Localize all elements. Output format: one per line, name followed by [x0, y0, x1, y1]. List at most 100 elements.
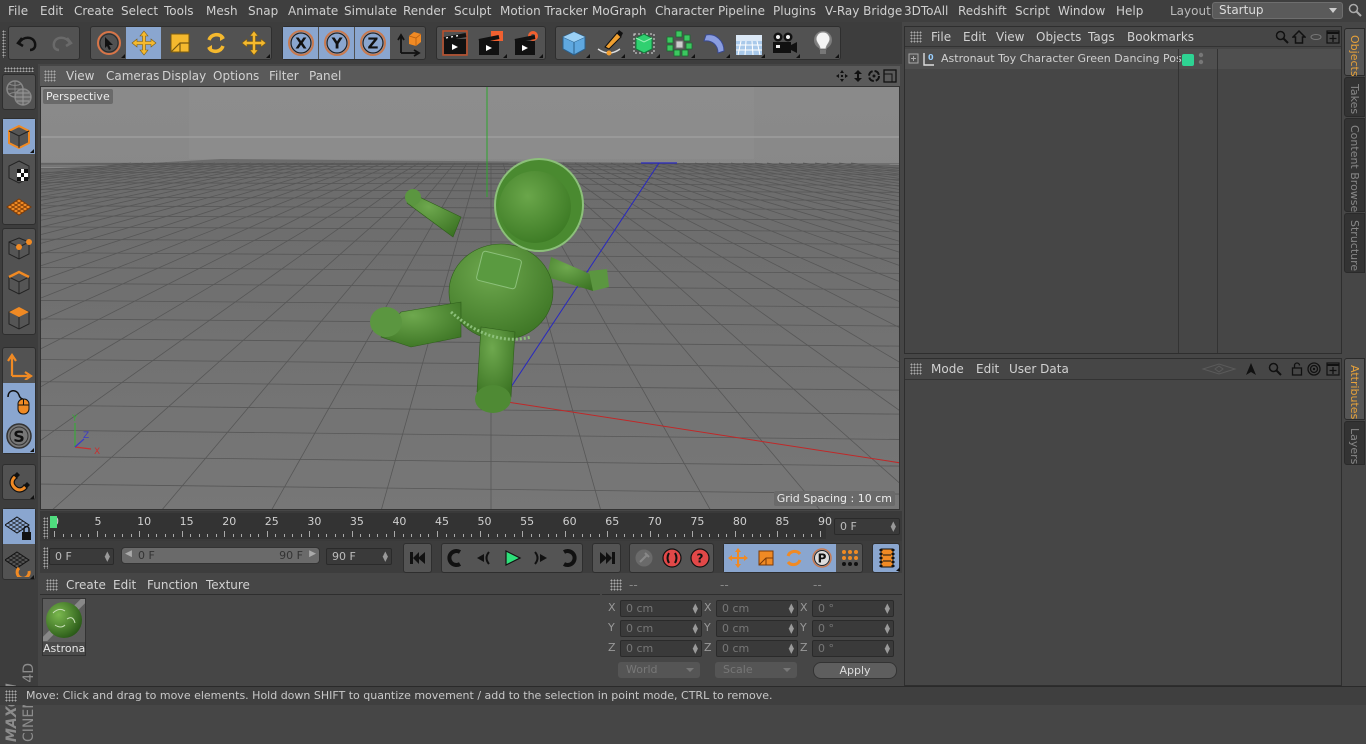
- attribute-manager-grip[interactable]: [910, 363, 922, 375]
- object-row[interactable]: 0 Astronaut Toy Character Green Dancing …: [905, 49, 1341, 69]
- target-icon[interactable]: [1307, 362, 1321, 376]
- 3d-viewport[interactable]: Y X Z Perspective Grid Spacing : 10 cm: [40, 86, 900, 510]
- menu-vray-bridge[interactable]: V-Ray Bridge: [825, 4, 902, 18]
- start-frame-field[interactable]: 0 F▲▼: [49, 548, 114, 565]
- new-panel-icon[interactable]: [1326, 362, 1340, 376]
- material-menu-create[interactable]: Create: [66, 578, 106, 592]
- key-scale-button[interactable]: [752, 544, 780, 572]
- layer-color-tag[interactable]: [1182, 54, 1194, 66]
- render-picture-viewer-button[interactable]: [473, 27, 508, 59]
- frame-range-slider[interactable]: ◀ 0 F 90 F ▶: [121, 547, 320, 564]
- pan-icon[interactable]: [835, 69, 849, 83]
- z-axis-lock-button[interactable]: Z: [355, 27, 390, 59]
- coord-grip[interactable]: [610, 579, 622, 591]
- viewport-menu-cameras[interactable]: Cameras: [106, 69, 159, 83]
- autokey-button[interactable]: [658, 544, 686, 572]
- status-grip[interactable]: [5, 690, 17, 702]
- workplane-lock-button[interactable]: [3, 509, 35, 544]
- floor-button[interactable]: [731, 27, 766, 59]
- live-selection-button[interactable]: [91, 27, 126, 59]
- search-icon[interactable]: [1348, 3, 1362, 17]
- viewport-menu-panel[interactable]: Panel: [309, 69, 341, 83]
- viewport-menu-filter[interactable]: Filter: [269, 69, 299, 83]
- menu-pipeline[interactable]: Pipeline: [718, 4, 765, 18]
- range-right-arrow-icon[interactable]: ▶: [309, 549, 316, 559]
- am-menu-user-data[interactable]: User Data: [1009, 362, 1069, 376]
- viewport-grip[interactable]: [44, 70, 56, 82]
- coord-pos-field[interactable]: 0 cm▲▼: [620, 600, 702, 617]
- om-menu-file[interactable]: File: [931, 30, 951, 44]
- y-axis-lock-button[interactable]: Y: [319, 27, 354, 59]
- cloner-button[interactable]: [661, 27, 696, 59]
- next-frame-button[interactable]: [526, 544, 554, 572]
- timeline-track[interactable]: 051015202530354045505560657075808590: [50, 513, 826, 539]
- maximize-view-icon[interactable]: [883, 69, 897, 83]
- menu-animate[interactable]: Animate: [288, 4, 338, 18]
- timeline-button[interactable]: [873, 544, 901, 572]
- previous-key-button[interactable]: [442, 544, 470, 572]
- am-menu-mode[interactable]: Mode: [931, 362, 964, 376]
- search-icon[interactable]: [1268, 362, 1282, 376]
- keyframe-selection-button[interactable]: ?: [686, 544, 714, 572]
- tab-takes[interactable]: Takes: [1344, 77, 1365, 117]
- light-button[interactable]: [805, 27, 840, 59]
- key-parameter-button[interactable]: P: [808, 544, 836, 572]
- material-menu-function[interactable]: Function: [147, 578, 198, 592]
- edges-mode-button[interactable]: [3, 264, 35, 299]
- timeline-ruler[interactable]: 051015202530354045505560657075808590 0 F…: [40, 511, 902, 541]
- axis-mode-button[interactable]: [3, 348, 35, 383]
- subdivision-button[interactable]: [626, 27, 661, 59]
- menu-create[interactable]: Create: [74, 4, 114, 18]
- layout-select[interactable]: Startup: [1212, 2, 1343, 19]
- render-settings-button[interactable]: [509, 27, 544, 59]
- viewport-menu-view[interactable]: View: [66, 69, 94, 83]
- menu-motion-tracker[interactable]: Motion Tracker: [500, 4, 588, 18]
- end-frame-field[interactable]: 90 F▲▼: [326, 548, 392, 565]
- menu-edit[interactable]: Edit: [40, 4, 63, 18]
- coord-rot-field[interactable]: 0 °▲▼: [812, 640, 894, 657]
- x-axis-lock-button[interactable]: X: [283, 27, 318, 59]
- material-menu-texture[interactable]: Texture: [206, 578, 250, 592]
- dolly-icon[interactable]: [851, 69, 865, 83]
- om-menu-bookmarks[interactable]: Bookmarks: [1127, 30, 1194, 44]
- material-swatch[interactable]: Astrona: [42, 598, 86, 656]
- redo-button[interactable]: [44, 27, 79, 59]
- coord-size-field[interactable]: 0 cm▲▼: [716, 600, 798, 617]
- camera-button[interactable]: [766, 27, 801, 59]
- scale-mode-select[interactable]: Scale: [715, 662, 797, 678]
- coordinate-system-button[interactable]: [391, 27, 426, 59]
- render-view-button[interactable]: [437, 27, 472, 59]
- search-icon[interactable]: [1275, 30, 1289, 44]
- next-key-button[interactable]: [554, 544, 582, 572]
- menu-redshift[interactable]: Redshift: [958, 4, 1007, 18]
- new-panel-icon[interactable]: [1326, 30, 1340, 44]
- key-rotation-button[interactable]: [780, 544, 808, 572]
- up-arrow-icon[interactable]: [1244, 362, 1258, 376]
- move-button[interactable]: [126, 27, 161, 59]
- menu-mesh[interactable]: Mesh: [206, 4, 238, 18]
- model-mode-button[interactable]: [3, 119, 35, 154]
- object-name[interactable]: Astronaut Toy Character Green Dancing Po…: [941, 52, 1188, 65]
- orbit-icon[interactable]: [867, 69, 881, 83]
- am-menu-edit[interactable]: Edit: [976, 362, 999, 376]
- tab-content-browser[interactable]: Content Browser: [1344, 118, 1365, 212]
- menu-file[interactable]: File: [8, 4, 28, 18]
- menu-snap[interactable]: Snap: [248, 4, 278, 18]
- tab-attributes[interactable]: Attributes: [1344, 358, 1365, 420]
- visibility-dots-icon[interactable]: [1198, 52, 1204, 66]
- home-icon[interactable]: [1292, 30, 1306, 44]
- coord-rot-field[interactable]: 0 °▲▼: [812, 600, 894, 617]
- viewport-menu-options[interactable]: Options: [213, 69, 259, 83]
- menu-tools[interactable]: Tools: [164, 4, 194, 18]
- toolbar-grip[interactable]: [2, 30, 6, 58]
- workplane-mode-button[interactable]: [3, 189, 35, 224]
- solo-button[interactable]: S: [3, 418, 35, 453]
- cube-button[interactable]: [556, 27, 591, 59]
- rotate-button[interactable]: [198, 27, 233, 59]
- previous-frame-button[interactable]: [470, 544, 498, 572]
- coord-pos-field[interactable]: 0 cm▲▼: [620, 620, 702, 637]
- coord-rot-field[interactable]: 0 °▲▼: [812, 620, 894, 637]
- coordinate-mode-select[interactable]: World: [618, 662, 700, 678]
- coord-size-field[interactable]: 0 cm▲▼: [716, 640, 798, 657]
- menu-window[interactable]: Window: [1058, 4, 1105, 18]
